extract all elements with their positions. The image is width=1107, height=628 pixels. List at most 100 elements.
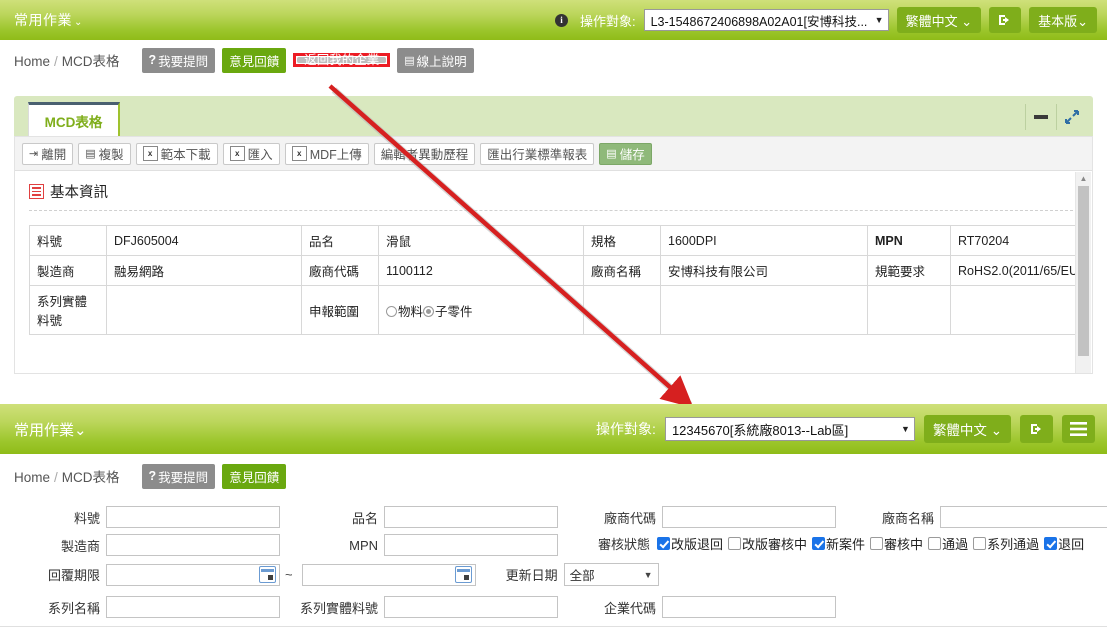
exit-button[interactable]: ⇥ 離開: [22, 142, 74, 165]
checkbox-label: 退回: [1058, 537, 1085, 552]
panel-scrollbar[interactable]: ▲: [1075, 172, 1091, 373]
checkbox-revision-returned[interactable]: 改版退回: [657, 534, 728, 553]
minimize-button[interactable]: [1025, 104, 1056, 130]
tab-mcd-form[interactable]: MCD表格: [28, 102, 120, 136]
checkbox-box: [657, 537, 670, 550]
manufacturer-input[interactable]: [106, 534, 280, 556]
save-label: 儲存: [619, 148, 645, 162]
feedback-button[interactable]: 意見回饋: [222, 47, 287, 73]
series-name-input[interactable]: [106, 596, 280, 618]
update-date-select[interactable]: 全部 ▼: [563, 563, 659, 586]
editor-history-button[interactable]: 編輯者異動歷程: [373, 142, 476, 165]
cell-label-empty-1: [583, 285, 661, 335]
hamburger-menu-button[interactable]: [1062, 415, 1095, 443]
calendar-icon[interactable]: [259, 566, 276, 583]
radio-material[interactable]: [386, 305, 397, 317]
import-button[interactable]: x 匯入: [222, 142, 280, 165]
highlight-box: 返回我的企業: [293, 53, 391, 67]
bottom-breadcrumb-separator: /: [54, 470, 58, 485]
product-name-input[interactable]: [384, 506, 558, 528]
excel-icon: x: [229, 146, 245, 161]
excel-icon: x: [291, 146, 307, 161]
checkbox-revision-reviewing[interactable]: 改版審核中: [728, 534, 812, 553]
panel-toolbar: ⇥ 離開 ▤ 複製 x 範本下載 x 匯入 x MDF上傳 編輯者異動歷程 匯出行業標準報…: [15, 137, 1092, 171]
language-button[interactable]: 繁體中文 ⌄: [896, 7, 982, 33]
chevron-down-icon: ▼: [643, 569, 653, 580]
search-form: 料號 品名 廠商代碼 廠商名稱 製造商 MPN 審核狀態 改版退回 改版審核中 …: [0, 496, 1107, 628]
version-button[interactable]: 基本版⌄: [1029, 7, 1097, 33]
breadcrumb-actions: ? 我要提問 意見回饋 返回我的企業 ▤ 線上說明: [141, 47, 474, 73]
mdf-upload-label: MDF上傳: [309, 148, 362, 162]
book-icon: ▤: [404, 54, 415, 67]
panel-body: ⇥ 離開 ▤ 複製 x 範本下載 x 匯入 x MDF上傳 編輯者異動歷程 匯出行業標準報…: [14, 136, 1093, 374]
cell-value-spec-requirement[interactable]: RoHS2.0(2011/65/EU): [950, 255, 1084, 286]
question-mark-icon: ?: [148, 53, 157, 67]
reply-deadline-to-input[interactable]: [301, 563, 476, 586]
ask-question-button[interactable]: ? 我要提問: [141, 47, 216, 73]
table-row: 料號 DFJ605004 品名 滑鼠 規格 1600DPI MPN RT7020…: [29, 225, 1084, 256]
scroll-up-icon[interactable]: ▲: [1076, 172, 1091, 185]
manufacturer-label: 製造商: [60, 538, 100, 554]
calendar-icon[interactable]: [454, 566, 472, 583]
reply-deadline-from[interactable]: [106, 563, 280, 586]
enterprise-code-label: 企業代碼: [603, 600, 656, 616]
form-row-1: 料號 品名 廠商代碼 廠商名稱: [30, 506, 1107, 528]
export-standard-report-button[interactable]: 匯出行業標準報表: [480, 142, 595, 165]
operation-target-select[interactable]: L3-1548672406898A02A01[安博科技... ▼: [643, 9, 889, 31]
bottom-feedback-button[interactable]: 意見回饋: [222, 463, 287, 489]
form-bottom-divider: [0, 626, 1107, 627]
date-range-separator: ~: [285, 567, 293, 582]
product-name-label: 品名: [351, 510, 378, 526]
list-icon: [29, 184, 44, 199]
part-no-input[interactable]: [106, 506, 280, 528]
series-part-no-input[interactable]: [384, 596, 558, 618]
breadcrumb-home[interactable]: Home: [14, 54, 50, 69]
radio-material-label: 物料: [398, 304, 424, 319]
mpn-label: MPN: [349, 537, 378, 553]
bottom-breadcrumb: Home / MCD表格: [14, 466, 120, 486]
top-header-bar: 常用作業 ⌄ i 操作對象: L3-1548672406898A02A01[安博科…: [0, 0, 1107, 40]
basic-info-table: 料號 DFJ605004 品名 滑鼠 規格 1600DPI MPN RT7020…: [29, 225, 1084, 335]
bottom-logout-button[interactable]: [1020, 415, 1053, 443]
template-download-button[interactable]: x 範本下載: [135, 142, 218, 165]
enterprise-code-input[interactable]: [662, 596, 836, 618]
copy-button[interactable]: ▤ 複製: [78, 142, 131, 165]
reply-deadline-to[interactable]: [301, 563, 476, 586]
scrollbar-thumb[interactable]: [1078, 186, 1089, 356]
part-no-label: 料號: [73, 510, 100, 526]
checkbox-reviewing[interactable]: 審核中: [870, 534, 928, 553]
template-download-label: 範本下載: [160, 148, 211, 162]
bottom-ask-question-button[interactable]: ? 我要提問: [141, 463, 216, 489]
checkbox-box: [728, 537, 742, 550]
checkbox-label: 新案件: [826, 537, 866, 552]
cell-label-product-name: 品名: [301, 225, 379, 256]
mdf-upload-button[interactable]: x MDF上傳: [284, 142, 369, 165]
hamburger-icon: [1070, 422, 1087, 436]
return-to-my-enterprise-button[interactable]: 返回我的企業: [297, 54, 387, 66]
bottom-common-tasks-menu[interactable]: 常用作業⌄: [14, 419, 87, 440]
vendor-code-input[interactable]: [662, 506, 836, 528]
online-help-button[interactable]: ▤ 線上說明: [397, 47, 474, 73]
bottom-operation-target-select[interactable]: 12345670[系統廠8013--Lab區] ▼: [664, 417, 915, 441]
save-button[interactable]: ▤ 儲存: [599, 142, 652, 165]
checkbox-box: [928, 537, 942, 550]
expand-button[interactable]: [1056, 104, 1087, 130]
exit-label: 離開: [41, 148, 67, 162]
logout-button[interactable]: [989, 7, 1022, 33]
vendor-name-input[interactable]: [940, 506, 1107, 528]
bottom-language-button[interactable]: 繁體中文 ⌄: [923, 415, 1011, 443]
common-tasks-menu[interactable]: 常用作業 ⌄: [14, 10, 83, 30]
mpn-input[interactable]: [384, 534, 558, 556]
checkbox-passed[interactable]: 通過: [928, 534, 973, 553]
cell-value-part-no: DFJ605004: [106, 225, 302, 256]
checkbox-returned[interactable]: 退回: [1044, 534, 1089, 553]
section-header: 基本資訊: [15, 171, 1092, 208]
cell-label-empty-2: [867, 285, 951, 335]
form-row-2: 製造商 MPN: [30, 534, 558, 556]
radio-sub-part[interactable]: [423, 305, 435, 317]
checkbox-series-passed[interactable]: 系列通過: [973, 534, 1044, 553]
reply-deadline-from-input[interactable]: [106, 563, 280, 586]
checkbox-new-case[interactable]: 新案件: [812, 534, 870, 553]
bottom-breadcrumb-home[interactable]: Home: [14, 470, 50, 485]
panel-tabstrip: MCD表格: [14, 96, 1093, 136]
